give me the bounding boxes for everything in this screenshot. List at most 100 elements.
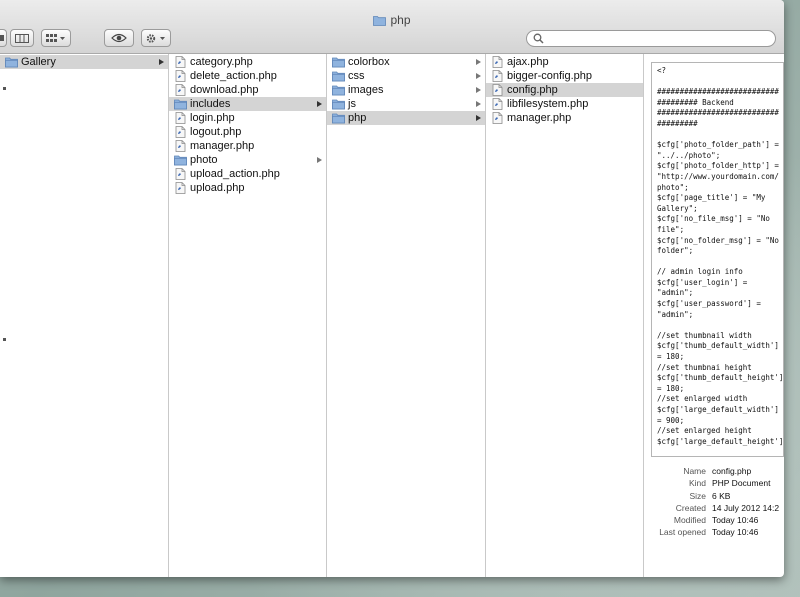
php-document-icon [175, 70, 186, 82]
php-document-icon [175, 126, 186, 138]
search-input[interactable] [547, 31, 771, 48]
code-line: folder"; [657, 246, 694, 256]
disclosure-arrow-icon [476, 115, 481, 121]
file-info: Name config.php Kind PHP Document Size 6 KB Cr… [651, 465, 784, 539]
disclosure-arrow-icon [476, 101, 481, 107]
file-item[interactable]: download.php [169, 83, 326, 97]
code-line: $cfg['thumb_default_height'] [657, 373, 784, 383]
item-label: manager.php [190, 140, 255, 152]
item-label: js [348, 98, 356, 110]
view-columns-button[interactable] [10, 29, 34, 47]
info-row: Size 6 KB [651, 490, 784, 502]
file-item[interactable]: category.php [169, 55, 326, 69]
code-line: $cfg['large_default_width'] [657, 405, 779, 414]
code-line: = 180; [657, 352, 685, 362]
folder-item[interactable]: js [327, 97, 485, 111]
gear-icon [146, 33, 165, 43]
php-document-icon [492, 98, 503, 110]
php-document-icon [175, 84, 186, 96]
file-item[interactable]: libfilesystem.php [486, 97, 643, 111]
file-item[interactable]: logout.php [169, 125, 326, 139]
folder-icon [332, 99, 345, 110]
code-line: file"; [657, 224, 685, 234]
folder-item[interactable]: images [327, 83, 485, 97]
folder-item[interactable]: css [327, 69, 485, 83]
code-line: ########################### [657, 108, 779, 118]
disclosure-arrow-icon [159, 59, 164, 65]
code-line: $cfg['photo_folder_path'] = [657, 140, 779, 150]
item-label: includes [190, 98, 231, 110]
icon-view-icon [0, 35, 4, 41]
code-line: //set thumbnail width [657, 330, 752, 340]
quick-look-button[interactable] [104, 29, 134, 47]
folder-item[interactable]: php [327, 111, 485, 125]
code-line: <? [657, 66, 667, 75]
code-line: "../../photo"; [657, 150, 721, 160]
column-4: ajax.php bigger-config.php config.php libfi… [486, 54, 644, 577]
code-line: $cfg['user_password'] = [657, 299, 761, 309]
file-item[interactable]: delete_action.php [169, 69, 326, 83]
folder-item[interactable]: includes [169, 97, 326, 111]
file-item[interactable]: manager.php [486, 111, 643, 125]
arrange-grid-icon [46, 33, 65, 42]
folder-icon [332, 71, 345, 82]
info-key: Last opened [659, 527, 706, 538]
folder-icon [332, 85, 345, 96]
folder-icon [5, 57, 18, 68]
info-key: Size [689, 490, 706, 501]
search-field[interactable] [526, 30, 776, 48]
folder-icon [332, 113, 345, 124]
column-2: category.php delete_action.php download.ph… [169, 54, 327, 577]
file-item[interactable]: upload_action.php [169, 167, 326, 181]
info-row: Created 14 July 2012 14:2 [651, 502, 784, 514]
php-document-icon [492, 70, 503, 82]
folder-item[interactable]: colorbox [327, 55, 485, 69]
disclosure-arrow-icon [317, 157, 322, 163]
resize-marker [3, 338, 6, 341]
code-line: ########################### [657, 87, 779, 97]
info-row: Name config.php [651, 465, 784, 477]
item-label: login.php [190, 112, 235, 124]
file-item[interactable]: config.php [486, 83, 643, 97]
item-label: upload.php [190, 182, 245, 194]
column-3: colorbox css images js php [327, 54, 486, 577]
file-item[interactable]: ajax.php [486, 55, 643, 69]
code-line: // admin login info [657, 267, 743, 277]
code-line: "admin"; [657, 309, 694, 319]
resize-marker [3, 87, 6, 90]
file-item[interactable]: upload.php [169, 181, 326, 195]
php-document-icon [175, 140, 186, 152]
view-icon-button[interactable] [0, 29, 7, 47]
item-label: download.php [190, 84, 259, 96]
file-item[interactable]: bigger-config.php [486, 69, 643, 83]
item-label: colorbox [348, 56, 390, 68]
folder-icon [373, 16, 387, 26]
disclosure-arrow-icon [476, 59, 481, 65]
code-line: $cfg['user_login'] = [657, 277, 748, 287]
folder-item[interactable]: photo [169, 153, 326, 167]
item-label: images [348, 84, 384, 96]
php-document-icon [175, 112, 186, 124]
item-label: config.php [507, 84, 558, 96]
finder-window: php Gallery category.php delete_action.p… [0, 0, 784, 577]
item-label: upload_action.php [190, 168, 280, 180]
item-label: bigger-config.php [507, 70, 593, 82]
item-label: delete_action.php [190, 70, 277, 82]
file-item[interactable]: manager.php [169, 139, 326, 153]
info-key: Name [683, 466, 706, 476]
action-menu-button[interactable] [141, 29, 171, 47]
file-item[interactable]: login.php [169, 111, 326, 125]
php-document-icon [492, 56, 503, 68]
php-document-icon [175, 168, 186, 180]
search-icon [533, 33, 544, 44]
window-title: php [0, 13, 784, 27]
folder-item[interactable]: Gallery [0, 55, 168, 69]
php-document-icon [492, 112, 503, 124]
arrange-button[interactable] [41, 29, 71, 47]
item-label: category.php [190, 56, 253, 68]
item-label: css [348, 70, 365, 82]
code-line: $cfg['thumb_default_width'] [657, 341, 779, 351]
